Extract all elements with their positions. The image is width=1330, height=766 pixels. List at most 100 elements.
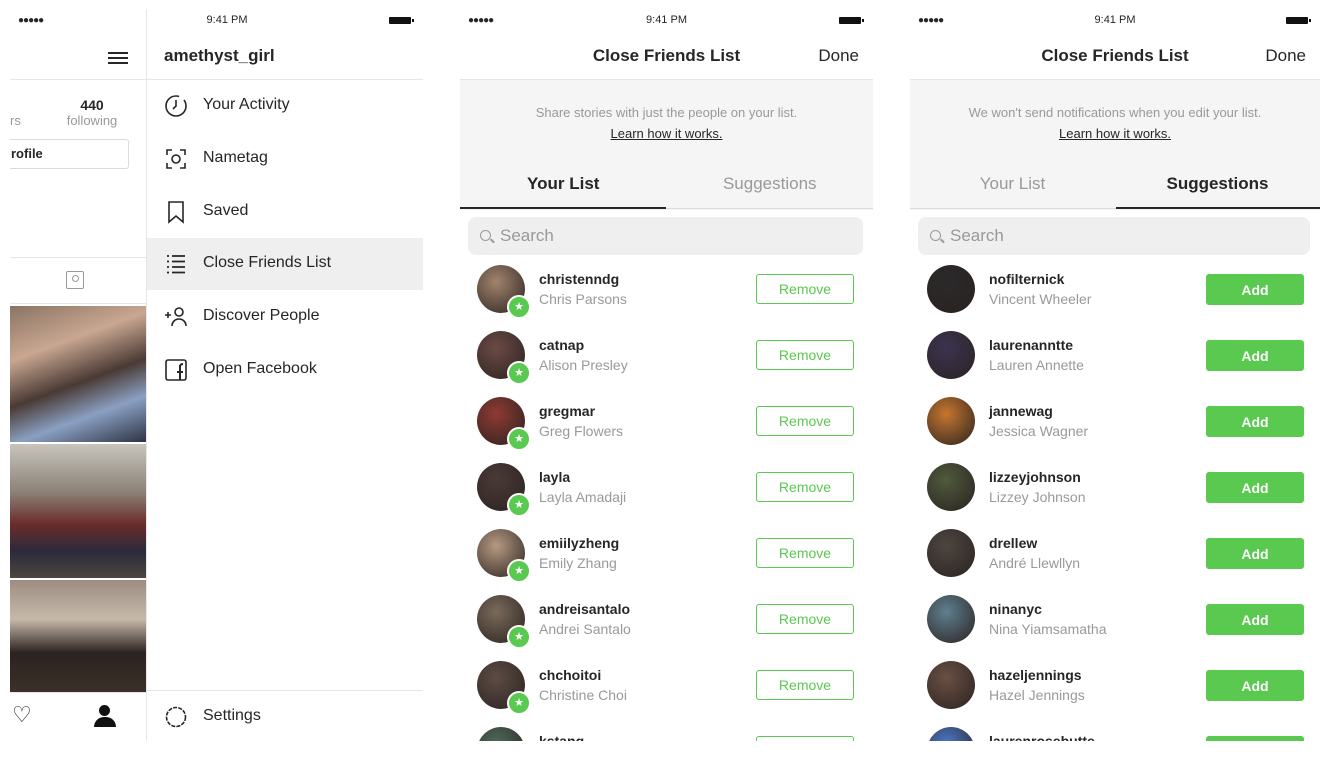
menu-item-close-friends-list[interactable]: Close Friends List: [147, 238, 423, 290]
list-item[interactable]: jannewag Jessica Wagner Add: [910, 397, 1320, 463]
avatar[interactable]: [927, 727, 975, 741]
list-item[interactable]: ★ emiilyzheng Emily Zhang Remove: [460, 529, 873, 595]
username[interactable]: drellew: [989, 535, 1037, 551]
list-item[interactable]: ★ christenndg Chris Parsons Remove: [460, 265, 873, 331]
list-item[interactable]: laurenrosebutte Add: [910, 727, 1320, 741]
remove-button[interactable]: Remove: [756, 340, 854, 370]
full-name: Andrei Santalo: [539, 621, 631, 637]
grid-photo[interactable]: [10, 306, 146, 442]
tab-suggestions[interactable]: Suggestions: [667, 174, 874, 194]
done-button[interactable]: Done: [1265, 46, 1306, 66]
list-item[interactable]: hazeljennings Hazel Jennings Add: [910, 661, 1320, 727]
tab-suggestions[interactable]: Suggestions: [1115, 174, 1320, 194]
avatar[interactable]: [927, 397, 975, 445]
username[interactable]: laurenanntte: [989, 337, 1073, 353]
activity-icon: [165, 95, 187, 117]
username[interactable]: chchoitoi: [539, 667, 601, 683]
add-button[interactable]: Add: [1206, 406, 1304, 437]
list-item[interactable]: drellew André Llewllyn Add: [910, 529, 1320, 595]
menu-item-nametag[interactable]: Nametag: [147, 133, 423, 185]
list-item[interactable]: ★ gregmar Greg Flowers Remove: [460, 397, 873, 463]
username[interactable]: catnap: [539, 337, 584, 353]
tagged-photos-icon[interactable]: [66, 271, 84, 289]
remove-button[interactable]: Remove: [756, 736, 854, 741]
learn-more-link[interactable]: Learn how it works.: [460, 126, 873, 141]
header-divider: [10, 79, 146, 80]
avatar[interactable]: [927, 463, 975, 511]
nametag-icon: [166, 149, 186, 169]
edit-profile-button[interactable]: rofile: [10, 139, 129, 169]
username[interactable]: emiilyzheng: [539, 535, 619, 551]
menu-item-your-activity[interactable]: Your Activity: [147, 80, 423, 132]
username[interactable]: layla: [539, 469, 570, 485]
list-item[interactable]: ★ layla Layla Amadaji Remove: [460, 463, 873, 529]
remove-button[interactable]: Remove: [756, 472, 854, 502]
username[interactable]: kstang: [539, 733, 584, 741]
search-icon: [480, 230, 491, 241]
add-button[interactable]: Add: [1206, 340, 1304, 371]
list-item[interactable]: nofilternick Vincent Wheeler Add: [910, 265, 1320, 331]
menu-item-saved[interactable]: Saved: [147, 186, 423, 238]
list-item[interactable]: ★ andreisantalo Andrei Santalo Remove: [460, 595, 873, 661]
list-item[interactable]: ninanyc Nina Yiamsamatha Add: [910, 595, 1320, 661]
tab-your-list[interactable]: Your List: [910, 174, 1115, 194]
add-button[interactable]: Add: [1206, 472, 1304, 503]
list-item[interactable]: ★ chchoitoi Christine Choi Remove: [460, 661, 873, 727]
avatar[interactable]: [927, 661, 975, 709]
menu-item-discover-people[interactable]: Discover People: [147, 291, 423, 343]
remove-button[interactable]: Remove: [756, 274, 854, 304]
grid-photo[interactable]: [10, 444, 146, 578]
facebook-icon: [165, 359, 187, 381]
username[interactable]: nofilternick: [989, 271, 1064, 287]
search-icon: [930, 230, 941, 241]
username[interactable]: hazeljennings: [989, 667, 1082, 683]
remove-button[interactable]: Remove: [756, 538, 854, 568]
list-item[interactable]: laurenanntte Lauren Annette Add: [910, 331, 1320, 397]
username[interactable]: jannewag: [989, 403, 1053, 419]
username[interactable]: andreisantalo: [539, 601, 630, 617]
full-name: Christine Choi: [539, 687, 627, 703]
nav-bar: Close Friends List Done: [460, 33, 873, 80]
search-bar: [918, 217, 1310, 255]
username[interactable]: laurenrosebutte: [989, 733, 1095, 741]
heart-icon[interactable]: ♡: [12, 704, 32, 726]
status-bar: ●●●●●: [10, 9, 146, 33]
add-button[interactable]: Add: [1206, 670, 1304, 701]
avatar[interactable]: [927, 265, 975, 313]
avatar[interactable]: [927, 529, 975, 577]
list-item[interactable]: ★ catnap Alison Presley Remove: [460, 331, 873, 397]
learn-more-link[interactable]: Learn how it works.: [910, 126, 1320, 141]
avatar[interactable]: [477, 727, 525, 741]
full-name: André Llewllyn: [989, 555, 1081, 571]
nav-bar: Close Friends List Done: [910, 33, 1320, 80]
remove-button[interactable]: Remove: [756, 670, 854, 700]
full-name: Hazel Jennings: [989, 687, 1085, 703]
username[interactable]: lizzeyjohnson: [989, 469, 1081, 485]
grid-photo[interactable]: [10, 580, 146, 692]
list-item[interactable]: lizzeyjohnson Lizzey Johnson Add: [910, 463, 1320, 529]
menu-item-settings[interactable]: Settings: [147, 691, 423, 741]
add-button[interactable]: Add: [1206, 538, 1304, 569]
username[interactable]: gregmar: [539, 403, 595, 419]
add-button[interactable]: Add: [1206, 604, 1304, 635]
hamburger-menu-icon[interactable]: [108, 49, 128, 67]
done-button[interactable]: Done: [818, 46, 859, 66]
profile-menu-screen: ●●●●● rs 440 following rofile ♡ 9:41 PM …: [10, 9, 423, 741]
search-input[interactable]: [500, 224, 800, 248]
remove-button[interactable]: Remove: [756, 604, 854, 634]
menu-username: amethyst_girl: [164, 46, 275, 65]
add-button[interactable]: Add: [1206, 736, 1304, 741]
page-title: Close Friends List: [1041, 46, 1189, 65]
add-button[interactable]: Add: [1206, 274, 1304, 305]
tab-your-list[interactable]: Your List: [460, 174, 667, 194]
profile-icon[interactable]: [93, 705, 117, 729]
search-input[interactable]: [950, 224, 1250, 248]
username[interactable]: ninanyc: [989, 601, 1042, 617]
suggestions-screen: ●●●●● 9:41 PM Close Friends List Done We…: [910, 9, 1320, 741]
avatar[interactable]: [927, 595, 975, 643]
list-item[interactable]: ★kstangRemove: [460, 727, 873, 741]
menu-item-open-facebook[interactable]: Open Facebook: [147, 344, 423, 396]
remove-button[interactable]: Remove: [756, 406, 854, 436]
username[interactable]: christenndg: [539, 271, 619, 287]
avatar[interactable]: [927, 331, 975, 379]
